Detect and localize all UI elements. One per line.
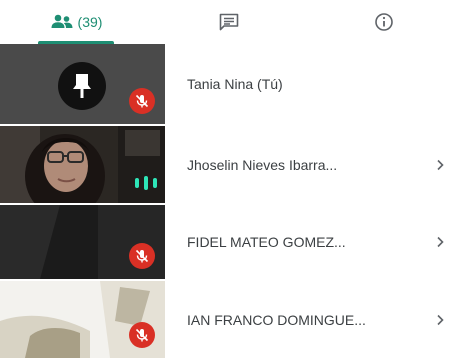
participant-name: IAN FRANCO DOMINGUE... (187, 311, 366, 328)
participant-count: (39) (77, 14, 103, 30)
muted-mic-icon (129, 243, 155, 269)
speaking-indicator-icon (135, 175, 157, 191)
tab-chat[interactable] (152, 0, 306, 44)
participant-name: Jhoselin Nieves Ibarra... (187, 156, 338, 173)
participant-video-tile (0, 205, 165, 279)
muted-mic-icon (129, 88, 155, 114)
participant-name: FIDEL MATEO GOMEZ... (187, 234, 346, 250)
panel-tabs: (39) (0, 0, 461, 44)
people-icon (50, 13, 74, 31)
muted-mic-icon (129, 322, 155, 348)
participant-video-tile (0, 44, 165, 124)
chat-icon (218, 12, 240, 32)
participant-row[interactable]: IAN FRANCO DOMINGUE... (0, 281, 461, 358)
chevron-right-icon[interactable] (432, 157, 448, 173)
participant-list: Tania Nina (Tú) Jhoselin Nieves Ibarra..… (0, 44, 461, 358)
participant-row[interactable]: FIDEL MATEO GOMEZ... (0, 205, 461, 279)
participant-video-tile (0, 281, 165, 358)
chevron-right-icon[interactable] (432, 312, 448, 328)
participant-row[interactable]: Tania Nina (Tú) (0, 44, 461, 124)
participant-row[interactable]: Jhoselin Nieves Ibarra... (0, 126, 461, 203)
participant-video-tile (0, 126, 165, 203)
participant-name: Tania Nina (Tú) (187, 76, 283, 92)
participants-panel: (39) Tania Nina (Tú) Jhoselin Nieves Iba… (0, 0, 461, 358)
pin-icon (73, 74, 91, 98)
participant-video-image (0, 126, 165, 203)
info-icon (374, 12, 394, 32)
avatar (58, 62, 106, 110)
tab-info[interactable] (306, 0, 461, 44)
chevron-right-icon[interactable] (432, 234, 448, 250)
tab-people[interactable]: (39) (0, 0, 152, 44)
